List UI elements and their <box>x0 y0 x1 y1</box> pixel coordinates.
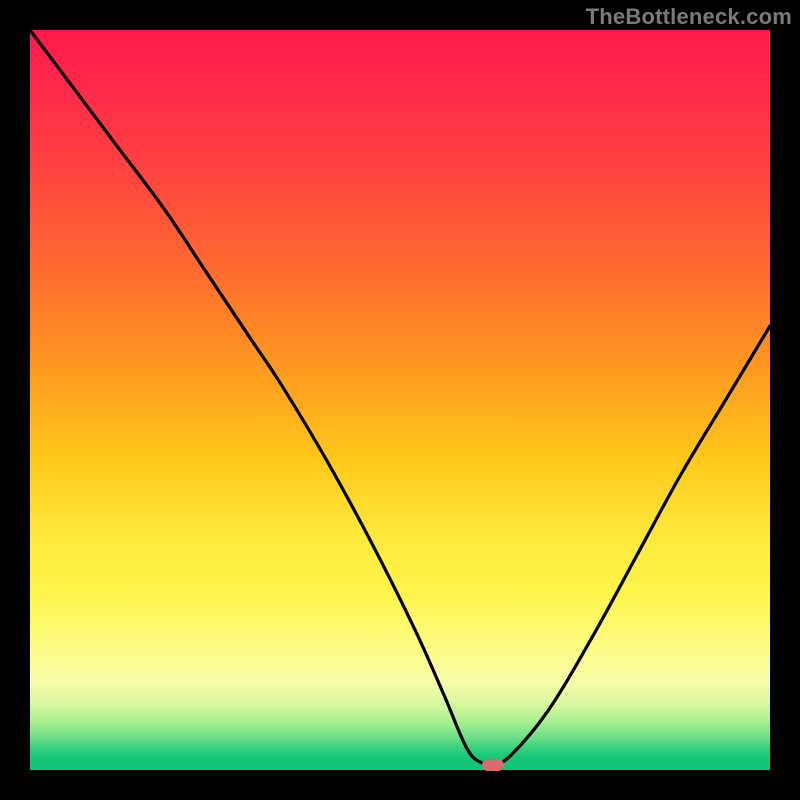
bottleneck-curve <box>30 30 770 770</box>
optimal-marker <box>482 759 504 771</box>
watermark-text: TheBottleneck.com <box>586 4 792 30</box>
chart-frame: TheBottleneck.com <box>0 0 800 800</box>
plot-area <box>30 30 770 770</box>
